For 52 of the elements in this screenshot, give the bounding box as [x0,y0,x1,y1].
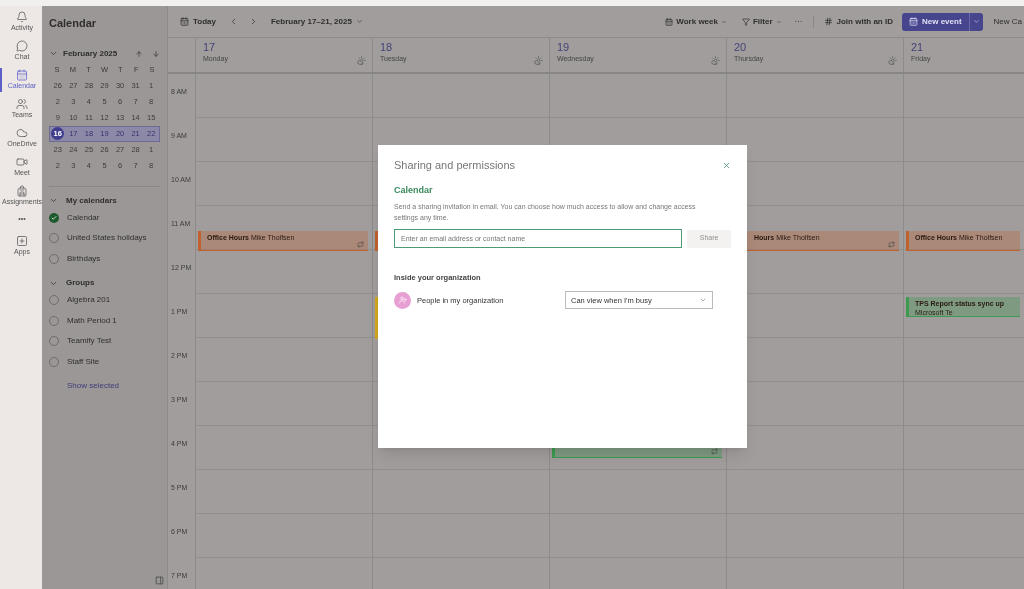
calendar-icon [180,17,189,26]
calendar-name[interactable]: Algebra 201 [67,294,111,307]
day-number: 20 [734,41,748,54]
month-label: February 2025 [63,47,118,60]
day-number: 21 [911,41,925,54]
day-number: 17 [203,41,217,54]
calendar-name[interactable]: Calendar [67,211,100,224]
calendar-icon [16,69,28,81]
hash-icon [823,17,833,26]
view-button[interactable]: Work week [665,15,727,28]
plus-square-icon [16,235,28,247]
calendar-checkbox[interactable] [49,212,59,223]
calendar-name[interactable]: Math Period 1 [67,314,117,327]
chevron-down-icon [972,18,980,25]
new-calendar-button[interactable]: New Ca [993,15,1024,28]
day-number: 19 [557,41,571,54]
arrow-down-icon[interactable] [152,49,160,58]
video-camera-icon [16,156,28,168]
chevron-down-icon[interactable] [49,49,58,58]
show-selected-link[interactable]: Show selected [67,380,160,392]
section-heading: My calendars [66,194,117,207]
today-button[interactable]: Today [180,15,216,28]
day-number: 18 [380,41,394,54]
calendar-name[interactable]: Birthdays [67,252,101,265]
calendar-name[interactable]: Teamify Test [67,335,112,348]
calendar-name[interactable]: United States holidays [67,232,147,245]
new-event-button[interactable]: New event [901,12,969,31]
people-icon [16,98,28,110]
section-heading: Groups [66,277,95,289]
close-icon[interactable] [722,160,731,170]
arrow-up-icon[interactable] [135,49,143,58]
filter-icon [741,17,750,26]
sidebar-title: Calendar [49,16,98,31]
dialog-title: Sharing and permissions [394,158,516,173]
chevron-down-icon[interactable] [49,196,58,205]
date-range-button[interactable]: February 17–21, 2025 [270,15,363,28]
calendar-name[interactable]: Staff Site [67,355,100,368]
calendar-icon [665,17,674,26]
calendar-heading: Calendar [394,183,434,197]
chevron-down-icon [775,18,782,25]
filter-button[interactable]: Filter [741,15,782,28]
bell-icon [16,11,28,23]
chevron-down-icon [720,18,727,25]
join-button[interactable]: Join with an ID [823,15,893,28]
chevron-down-icon [355,18,363,25]
more-button[interactable]: ··· [794,15,803,28]
panel-icon[interactable] [155,576,164,585]
person-icon [398,296,407,305]
cloud-icon [16,127,28,139]
backpack-icon [16,185,28,197]
chat-icon [16,40,28,52]
calendar-icon [908,17,918,26]
